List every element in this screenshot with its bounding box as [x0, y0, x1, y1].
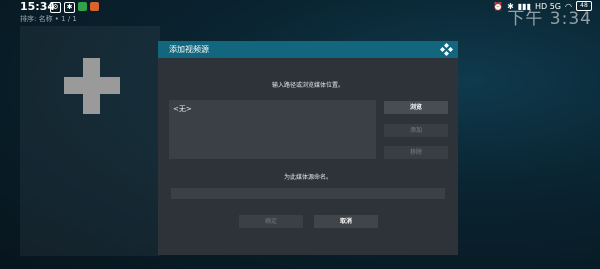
app-icon-orange: [90, 2, 99, 11]
cancel-button[interactable]: 取消: [314, 215, 378, 228]
ok-button[interactable]: 确定: [239, 215, 303, 228]
add-video-source-dialog: 添加视频源 输入路径或浏览媒体位置。 <无> 浏览 添加 移除 为此媒体源命名。…: [158, 41, 458, 255]
path-list[interactable]: <无>: [169, 100, 376, 159]
add-source-tile[interactable]: [64, 58, 120, 114]
background-clock: 下午 3:34: [507, 9, 592, 29]
plus-icon-vertical: [83, 58, 100, 114]
source-name-input[interactable]: [171, 188, 445, 199]
remove-button[interactable]: 移除: [384, 146, 448, 159]
alarm-icon: ⏰: [493, 1, 504, 11]
add-button[interactable]: 添加: [384, 124, 448, 137]
path-item-none[interactable]: <无>: [173, 104, 192, 114]
browse-button[interactable]: 浏览: [384, 101, 448, 114]
name-prompt: 为此媒体源命名。: [283, 174, 332, 181]
dialog-title: 添加视频源: [169, 45, 209, 54]
status-icons-left: ⚙ ✱: [50, 2, 99, 13]
kodi-logo-icon: [440, 43, 453, 56]
settings-icon: ⚙: [50, 2, 61, 13]
path-prompt: 输入路径或浏览媒体位置。: [271, 82, 344, 89]
sort-info: 排序: 名称 • 1 / 1: [20, 15, 77, 23]
app-icon-green: [78, 2, 87, 11]
shield-icon: ✱: [64, 2, 75, 13]
dialog-body: 输入路径或浏览媒体位置。 <无> 浏览 添加 移除 为此媒体源命名。 确定 取消: [158, 58, 458, 255]
dialog-header: 添加视频源: [158, 41, 458, 58]
